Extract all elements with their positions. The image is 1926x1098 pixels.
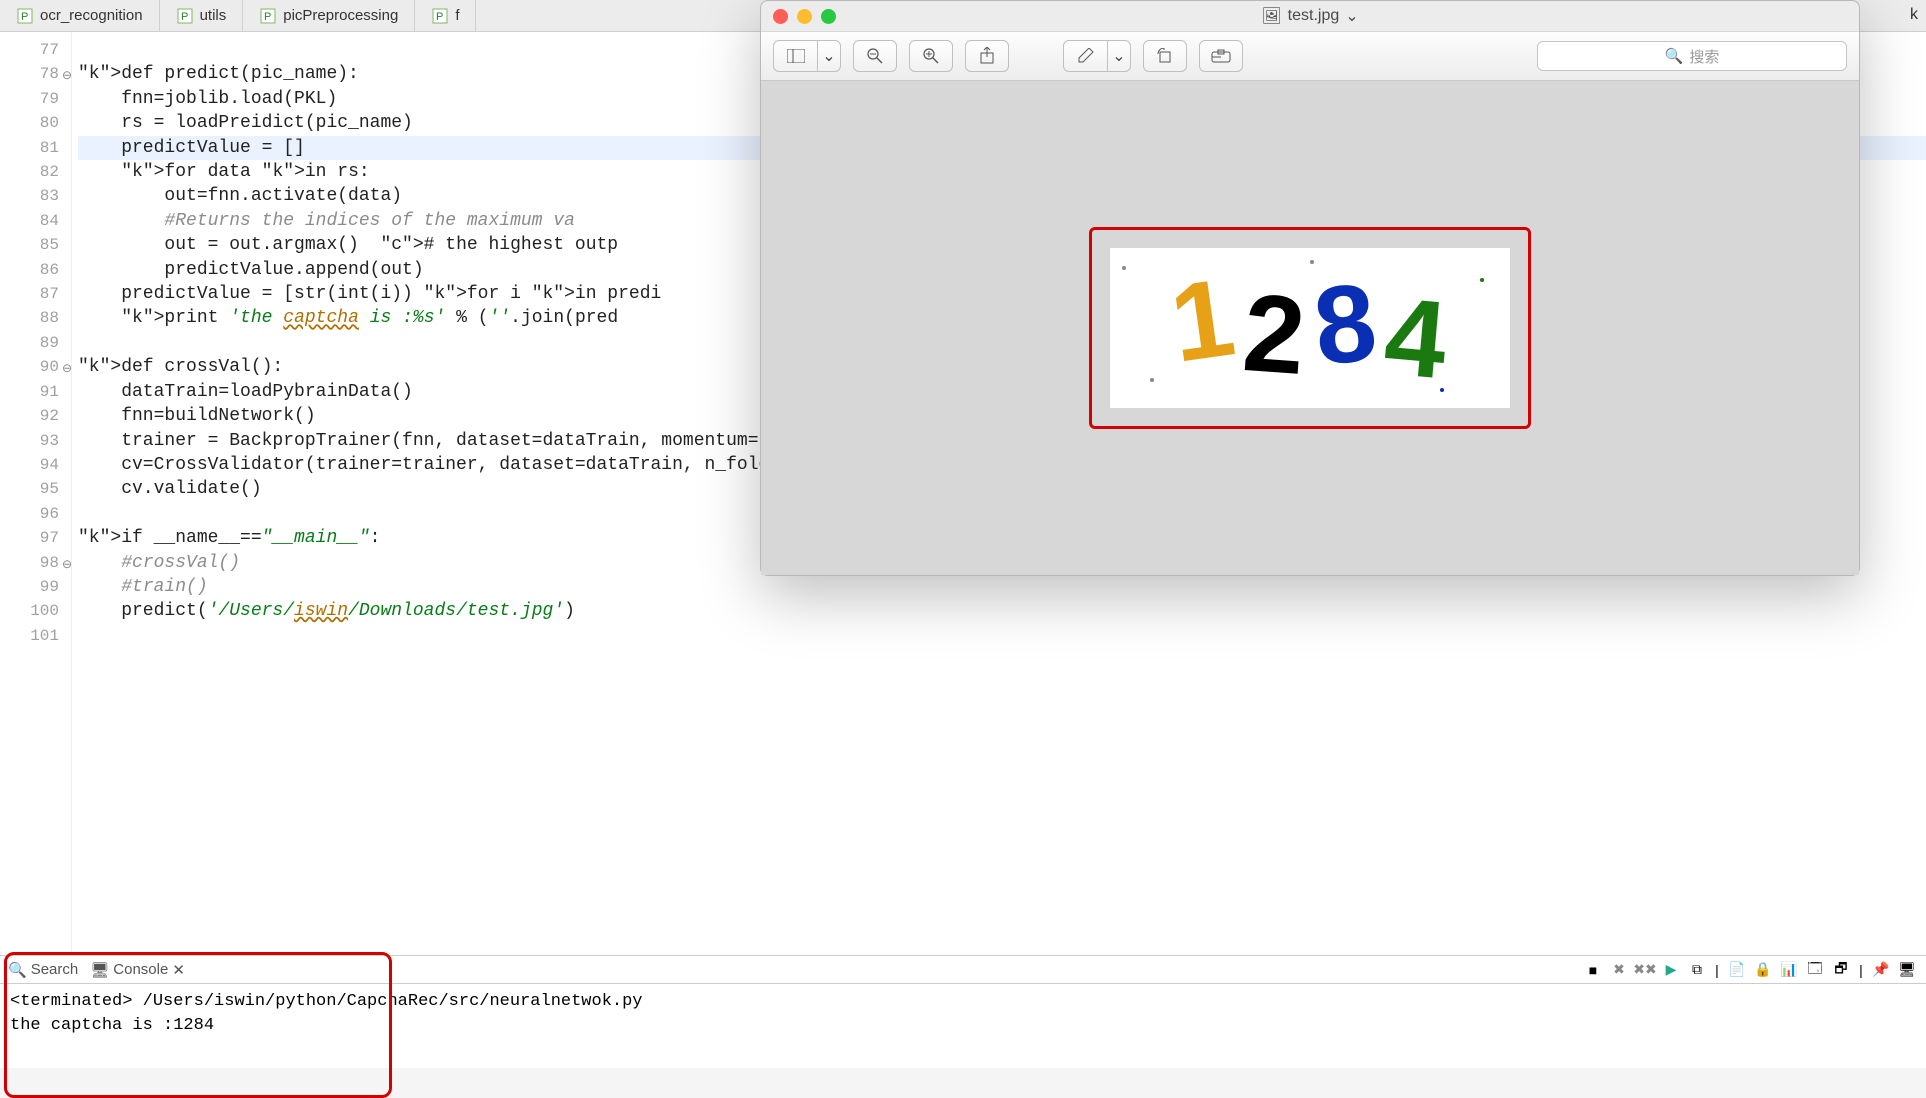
tab-label: f <box>455 7 459 24</box>
close-icon[interactable]: ✕ <box>172 961 185 979</box>
tool-icon-4[interactable]: 🗔 <box>1804 959 1826 981</box>
remove-icon[interactable]: ✖ <box>1608 959 1630 981</box>
preview-titlebar[interactable]: 🖼 test.jpg ⌄ <box>761 1 1859 31</box>
terminated-label: <terminated> <box>10 992 132 1011</box>
rotate-button[interactable] <box>1143 40 1187 72</box>
preview-filename: test.jpg <box>1288 7 1340 25</box>
tab-console[interactable]: 🖥 Console ✕ <box>90 961 185 979</box>
svg-text:P: P <box>264 11 271 23</box>
tab-utils[interactable]: P utils <box>160 0 244 31</box>
window-traffic-lights <box>773 9 836 24</box>
tab-search-label: Search <box>31 961 79 978</box>
preview-window: 🖼 test.jpg ⌄ ⌄ ⌄ <box>760 0 1860 576</box>
svg-text:P: P <box>436 11 443 23</box>
sidebar-toggle-button[interactable] <box>773 40 817 72</box>
separator: | <box>1856 959 1866 981</box>
console-output[interactable]: <terminated> /Users/iswin/python/CapchaR… <box>0 984 1926 1068</box>
sidebar-dropdown-button[interactable]: ⌄ <box>817 40 841 72</box>
preview-toolbar: ⌄ ⌄ 🔍 搜索 <box>761 31 1859 81</box>
preview-title: 🖼 test.jpg ⌄ <box>1261 6 1358 26</box>
preview-canvas[interactable]: 1 2 8 4 <box>761 81 1859 575</box>
highlight-dropdown-button[interactable]: ⌄ <box>1107 40 1131 72</box>
tab-search[interactable]: 🔍 Search <box>8 961 78 979</box>
close-button[interactable] <box>773 9 788 24</box>
python-file-icon: P <box>176 7 194 25</box>
svg-text:P: P <box>181 11 188 23</box>
console-tool-icons: ■ ✖ ✖✖ ▶ ⧉ | 📄 🔒 📊 🗔 🗗 | 📌 🖥 <box>1582 959 1918 981</box>
tab-truncated[interactable]: P f <box>415 0 476 31</box>
run-icon[interactable]: ▶ <box>1660 959 1682 981</box>
stop-icon[interactable]: ■ <box>1582 959 1604 981</box>
separator: | <box>1712 959 1722 981</box>
captcha-image: 1 2 8 4 <box>1110 248 1510 408</box>
console-tabs-bar: 🔍 Search 🖥 Console ✕ ■ ✖ ✖✖ ▶ ⧉ | 📄 🔒 📊 … <box>0 956 1926 984</box>
markup-button[interactable] <box>1199 40 1243 72</box>
python-file-icon: P <box>16 7 34 25</box>
zoom-in-button[interactable] <box>909 40 953 72</box>
share-button[interactable] <box>965 40 1009 72</box>
dropdown-icon[interactable]: ⌄ <box>1345 6 1358 26</box>
captcha-digit-4: 4 <box>1380 272 1452 404</box>
captcha-digit-3: 8 <box>1308 258 1382 391</box>
captcha-digit-2: 2 <box>1239 269 1309 400</box>
search-placeholder: 搜索 <box>1689 46 1719 67</box>
tab-ocr-recognition[interactable]: P ocr_recognition <box>0 0 160 31</box>
tool-icon-5[interactable]: 🗗 <box>1830 959 1852 981</box>
copy-icon[interactable]: ⧉ <box>1686 959 1708 981</box>
tab-label: ocr_recognition <box>40 7 143 24</box>
tab-console-label: Console <box>113 961 168 978</box>
svg-text:P: P <box>21 11 28 23</box>
console-output-line: the captcha is :1284 <box>10 1016 214 1035</box>
line-number-gutter: 7778798081828384858687888990919293949596… <box>0 32 72 955</box>
tool-icon-7[interactable]: 🖥 <box>1896 959 1918 981</box>
jpg-file-icon: 🖼 <box>1261 6 1281 26</box>
maximize-button[interactable] <box>821 9 836 24</box>
tab-label: utils <box>200 7 227 24</box>
highlight-button[interactable] <box>1063 40 1107 72</box>
console-icon: 🖥 <box>90 961 109 979</box>
remove-all-icon[interactable]: ✖✖ <box>1634 959 1656 981</box>
script-path: /Users/iswin/python/CapchaRec/src/neural… <box>143 992 643 1011</box>
annotation-box-captcha: 1 2 8 4 <box>1089 227 1531 429</box>
python-file-icon: P <box>259 7 277 25</box>
tab-label: picPreprocessing <box>283 7 398 24</box>
tab-picpreprocessing[interactable]: P picPreprocessing <box>243 0 415 31</box>
captcha-digit-1: 1 <box>1163 253 1241 387</box>
search-icon: 🔍 <box>1665 47 1684 65</box>
minimize-button[interactable] <box>797 9 812 24</box>
tool-icon-6[interactable]: 📌 <box>1870 959 1892 981</box>
truncated-right-text: k <box>1910 6 1918 24</box>
tool-icon-2[interactable]: 🔒 <box>1752 959 1774 981</box>
tool-icon-1[interactable]: 📄 <box>1726 959 1748 981</box>
zoom-out-button[interactable] <box>853 40 897 72</box>
tool-icon-3[interactable]: 📊 <box>1778 959 1800 981</box>
python-file-icon: P <box>431 7 449 25</box>
search-field[interactable]: 🔍 搜索 <box>1537 41 1847 71</box>
search-icon: 🔍 <box>8 961 27 979</box>
console-panel: 🔍 Search 🖥 Console ✕ ■ ✖ ✖✖ ▶ ⧉ | 📄 🔒 📊 … <box>0 955 1926 1068</box>
